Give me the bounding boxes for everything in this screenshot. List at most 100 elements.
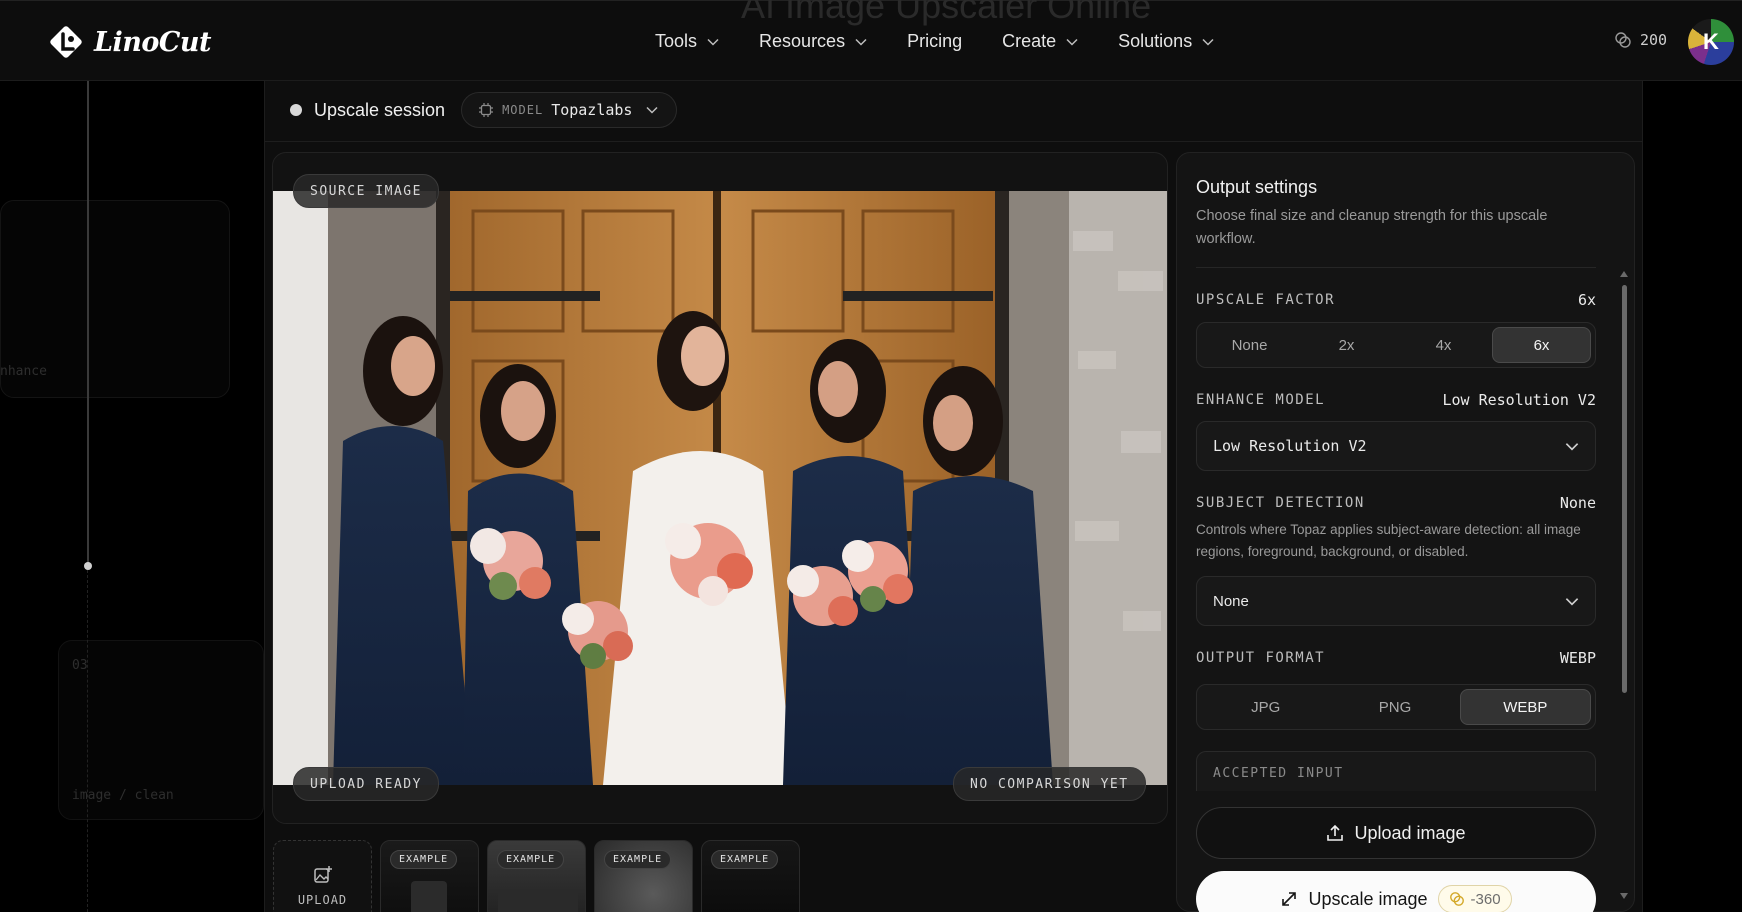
source-image-preview[interactable]	[273, 191, 1167, 785]
coins-icon	[1615, 32, 1631, 48]
example-thumbnail[interactable]: EXAMPLE	[594, 840, 693, 912]
timeline-line	[87, 81, 89, 567]
chevron-down-icon	[1565, 442, 1579, 451]
model-selector[interactable]: MODEL Topazlabs	[461, 92, 678, 128]
example-preview-shape	[498, 889, 578, 912]
output-format-label: OUTPUT FORMAT	[1196, 650, 1326, 666]
subject-detection-help: Controls where Topaz applies subject-awa…	[1196, 522, 1581, 559]
accepted-input-section: ACCEPTED INPUT	[1196, 751, 1596, 791]
settings-scrollbar[interactable]	[1620, 271, 1628, 899]
brand-name: LinoCut	[94, 26, 211, 58]
expand-icon	[1282, 892, 1297, 906]
user-avatar[interactable]: K	[1688, 19, 1734, 65]
credits-count: 200	[1640, 31, 1668, 49]
nav-pricing-label: Pricing	[907, 31, 963, 51]
chevron-down-icon	[707, 38, 719, 46]
scroll-down-arrow-icon	[1620, 893, 1628, 899]
upscale-option-4x[interactable]: 4x	[1395, 327, 1492, 363]
model-tag: MODEL	[502, 103, 544, 117]
example-preview-shape	[411, 881, 447, 912]
output-format-value: WEBP	[1559, 649, 1596, 667]
scroll-thumb[interactable]	[1622, 285, 1627, 693]
timeline-line-dashed	[87, 570, 88, 912]
background-step-text: nhance	[0, 364, 47, 379]
example-thumbnail[interactable]: EXAMPLE	[701, 840, 800, 912]
upscale-factor-selector: None 2x 4x 6x	[1196, 322, 1596, 368]
credit-cost-badge: -360	[1437, 885, 1512, 912]
example-thumbnail[interactable]: EXAMPLE	[380, 840, 479, 912]
session-divider	[265, 141, 1643, 142]
format-option-webp[interactable]: WEBP	[1459, 689, 1591, 725]
nav-solutions-label: Solutions	[1118, 31, 1193, 51]
chevron-down-icon	[646, 106, 658, 114]
comparison-status-badge: NO COMPARISON YET	[953, 767, 1146, 801]
upscale-image-button[interactable]: Upscale image -360	[1196, 871, 1596, 912]
output-format-selector: JPG PNG WEBP	[1196, 684, 1596, 730]
chevron-down-icon	[1565, 597, 1579, 606]
subject-detection-dropdown[interactable]: None	[1196, 576, 1596, 626]
settings-title: Output settings	[1196, 177, 1318, 197]
nav-tools[interactable]: Tools	[655, 31, 719, 52]
subject-detection-value: None	[1559, 494, 1596, 512]
upscale-option-6x[interactable]: 6x	[1492, 327, 1591, 363]
upload-image-label: Upload image	[1354, 822, 1466, 843]
session-status-dot	[290, 104, 302, 116]
timeline-dot	[84, 562, 92, 570]
upload-thumbnail-label: UPLOAD	[297, 893, 348, 907]
upload-icon	[1327, 824, 1344, 841]
coins-icon	[1449, 892, 1464, 906]
format-option-png[interactable]: PNG	[1330, 689, 1459, 725]
background-step-number: 03	[72, 658, 88, 673]
upload-image-button[interactable]: Upload image	[1196, 807, 1596, 859]
enhance-model-value: Low Resolution V2	[1442, 391, 1596, 409]
example-badge: EXAMPLE	[604, 850, 672, 869]
chip-icon	[479, 103, 494, 117]
wedding-photo-image	[273, 191, 1167, 785]
image-add-icon	[313, 866, 332, 883]
example-badge: EXAMPLE	[711, 850, 779, 869]
enhance-model-dropdown[interactable]: Low Resolution V2	[1196, 421, 1596, 471]
credits-balance[interactable]: 200	[1614, 31, 1667, 49]
output-settings-panel: Output settings Choose final size and cl…	[1176, 152, 1635, 912]
example-badge: EXAMPLE	[497, 850, 565, 869]
upscale-image-label: Upscale image	[1308, 888, 1428, 909]
format-option-jpg[interactable]: JPG	[1201, 689, 1330, 725]
brand-logo[interactable]: LinoCut	[46, 22, 211, 62]
thumbnail-strip: UPLOAD EXAMPLE EXAMPLE EXAMPLE EXAMPLE	[273, 840, 800, 912]
chevron-down-icon	[1066, 38, 1078, 46]
model-name: Topazlabs	[551, 101, 633, 119]
nav-resources-label: Resources	[759, 31, 846, 51]
linocut-logo-icon	[50, 26, 82, 58]
nav-solutions[interactable]: Solutions	[1118, 31, 1214, 52]
settings-divider	[1196, 267, 1596, 268]
upscale-option-none[interactable]: None	[1201, 327, 1298, 363]
main-nav: Tools Resources Pricing Create Solutions	[655, 31, 1254, 52]
top-navigation-bar: AI Image Upscaler Online LinoCut Tools R…	[0, 0, 1742, 81]
nav-create[interactable]: Create	[1002, 31, 1078, 52]
source-image-badge: SOURCE IMAGE	[293, 174, 439, 208]
background-page-title: AI Image Upscaler Online	[741, 0, 1152, 26]
subject-detection-selected: None	[1213, 592, 1249, 610]
avatar-initial: K	[1703, 29, 1719, 54]
nav-tools-label: Tools	[655, 31, 698, 51]
enhance-model-label: ENHANCE MODEL	[1196, 392, 1326, 408]
settings-description: Choose final size and cleanup strength f…	[1196, 208, 1548, 247]
upload-thumbnail-button[interactable]: UPLOAD	[273, 840, 372, 912]
upload-ready-badge: UPLOAD READY	[293, 767, 439, 801]
credit-cost-value: -360	[1470, 890, 1501, 908]
example-thumbnail[interactable]: EXAMPLE	[487, 840, 586, 912]
nav-resources[interactable]: Resources	[759, 31, 867, 52]
session-title: Upscale session	[314, 99, 446, 120]
session-header: Upscale session MODEL Topazlabs	[290, 92, 678, 128]
subject-detection-label: SUBJECT DETECTION	[1196, 495, 1365, 511]
nav-pricing[interactable]: Pricing	[907, 31, 962, 52]
scroll-up-arrow-icon	[1620, 271, 1628, 277]
upscale-factor-value: 6x	[1577, 291, 1596, 309]
chevron-down-icon	[855, 38, 867, 46]
example-badge: EXAMPLE	[390, 850, 458, 869]
upscale-option-2x[interactable]: 2x	[1298, 327, 1395, 363]
chevron-down-icon	[1202, 38, 1214, 46]
enhance-model-selected: Low Resolution V2	[1213, 437, 1367, 455]
upscale-factor-label: UPSCALE FACTOR	[1196, 292, 1336, 308]
nav-create-label: Create	[1002, 31, 1057, 51]
